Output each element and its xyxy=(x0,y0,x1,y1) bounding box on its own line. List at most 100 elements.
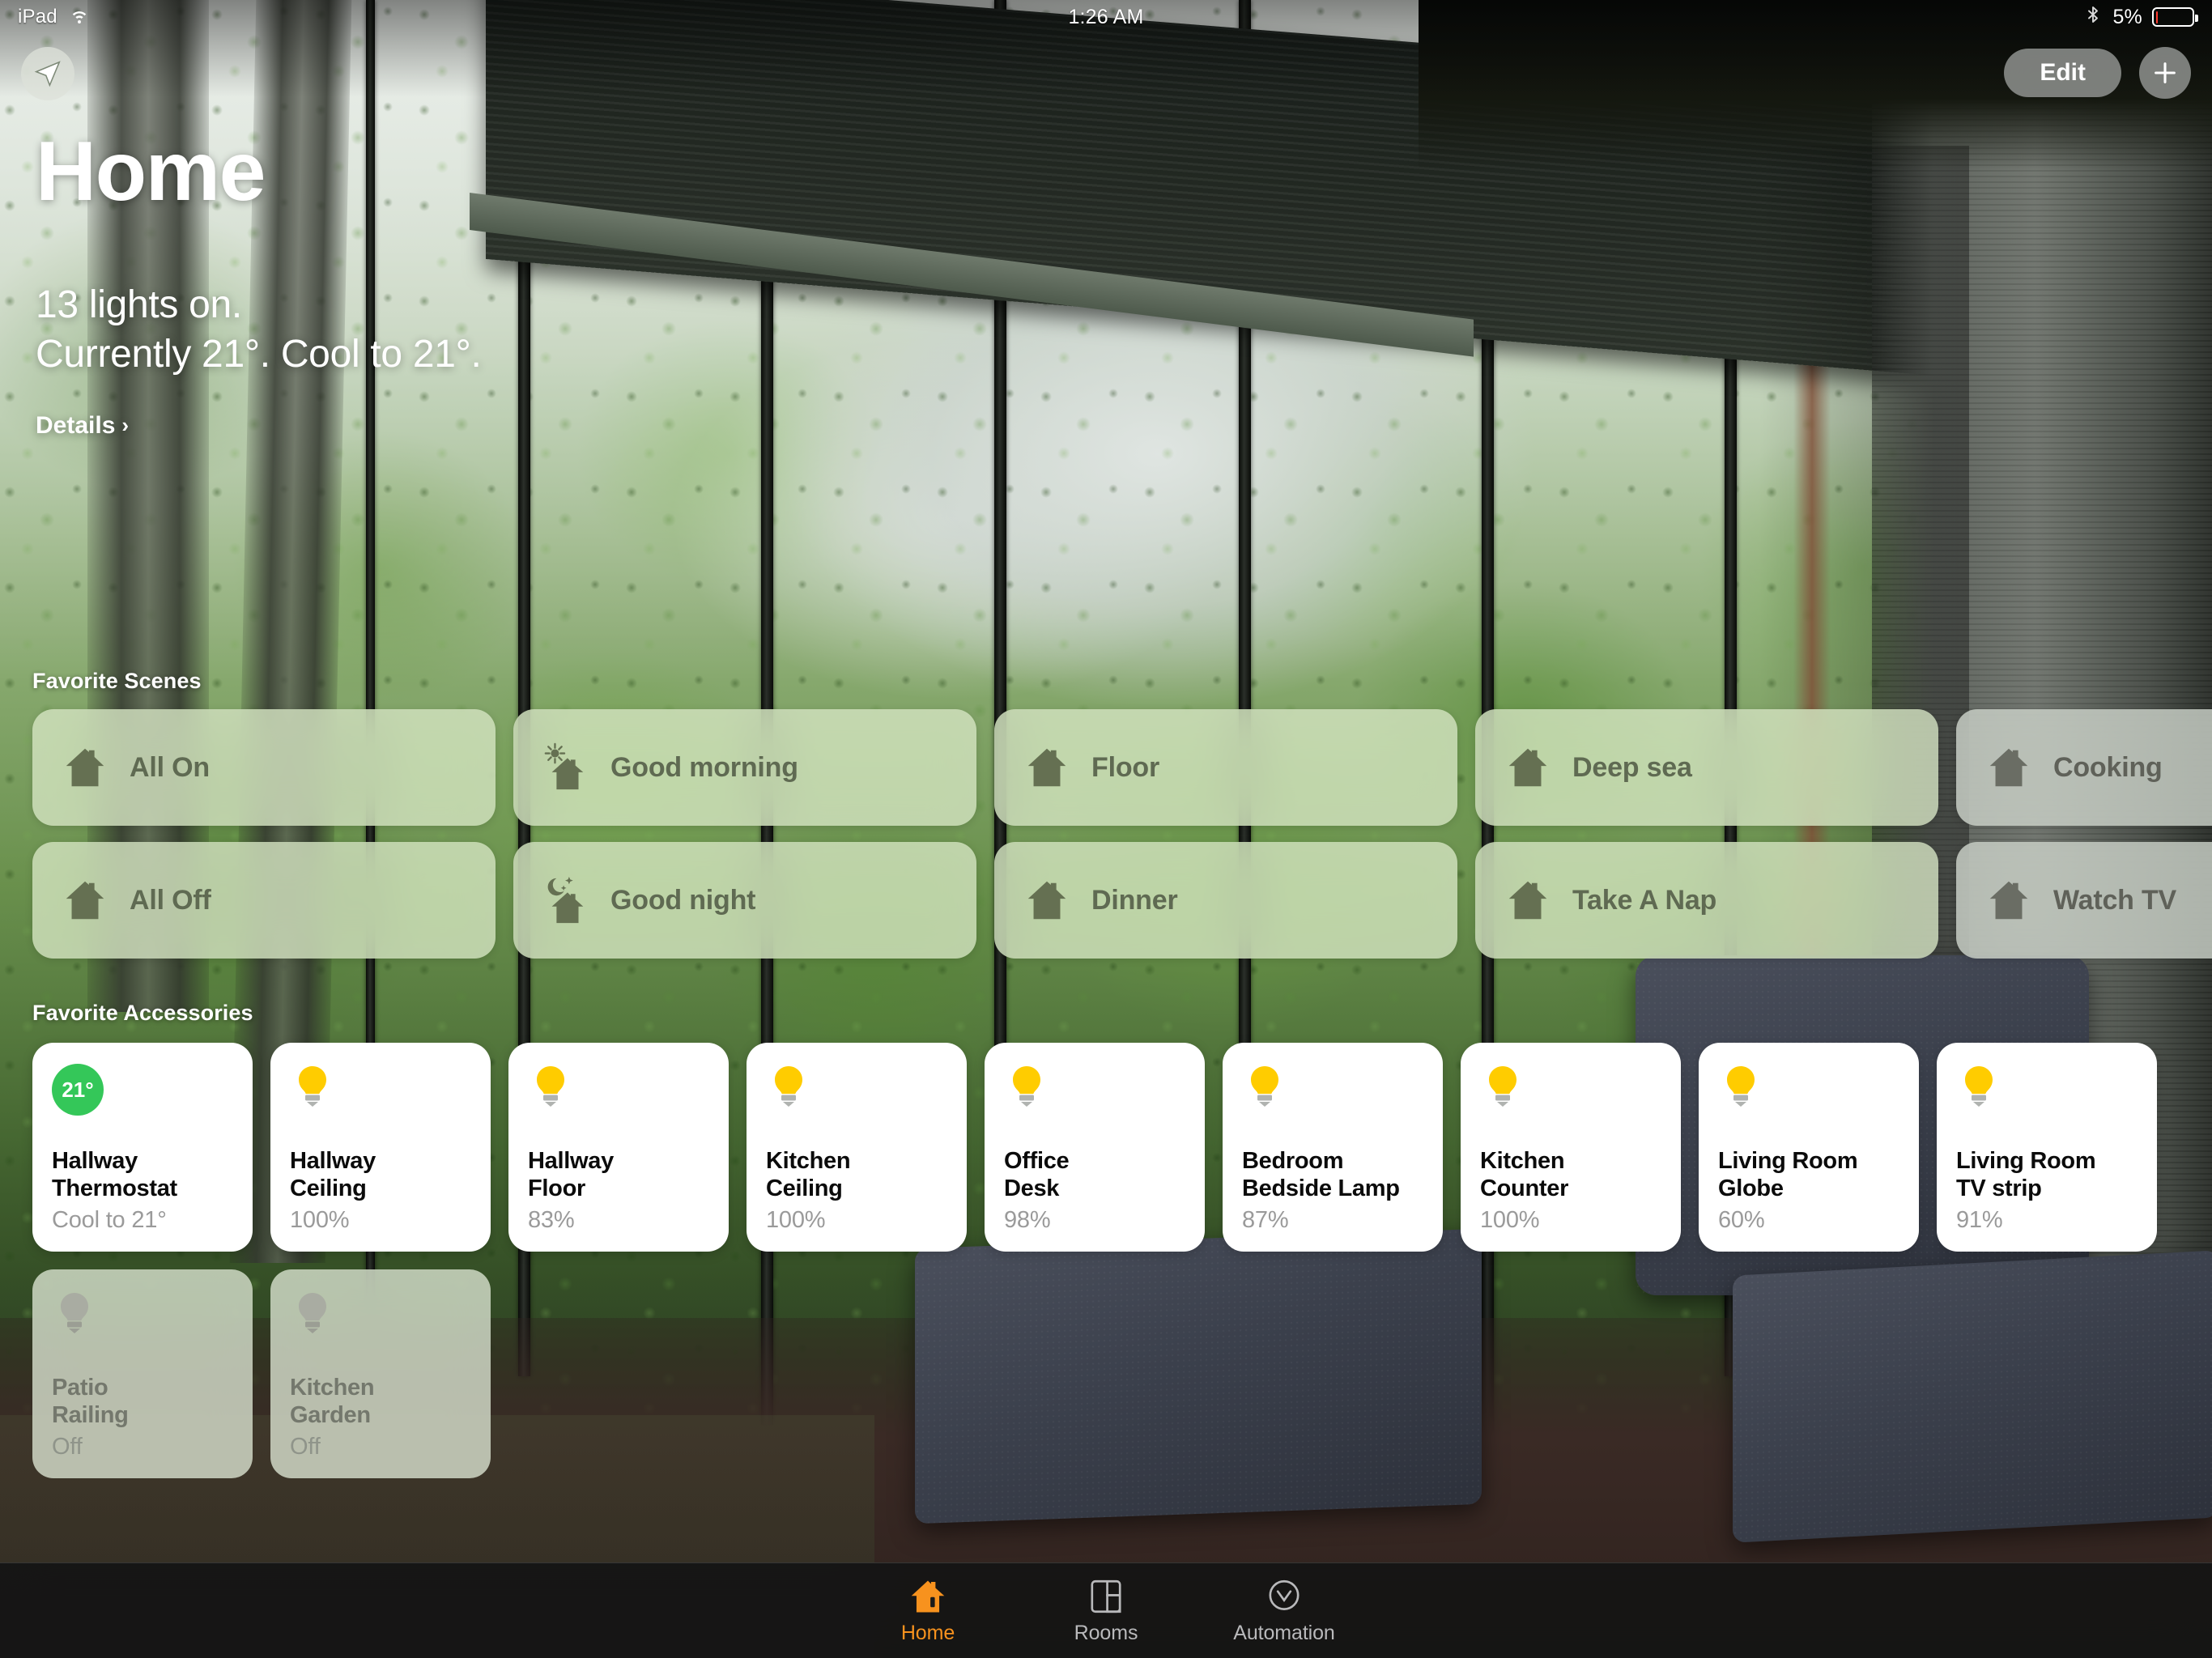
accessory-card-kitchen-garden[interactable]: KitchenGarden Off xyxy=(270,1269,491,1478)
favorite-scenes-heading: Favorite Scenes xyxy=(32,669,202,694)
top-bar: Edit xyxy=(2004,47,2191,99)
house-icon xyxy=(1503,742,1553,793)
accessory-name: Living RoomGlobe xyxy=(1718,1147,1899,1202)
device-name: iPad xyxy=(18,6,57,28)
tab-label: Home xyxy=(901,1622,955,1645)
accessory-state: Cool to 21° xyxy=(52,1207,233,1234)
rooms-icon xyxy=(1086,1576,1126,1617)
scene-tile-cooking[interactable]: Cooking xyxy=(1956,709,2212,826)
scene-label: All Off xyxy=(130,885,211,916)
details-link[interactable]: Details › xyxy=(36,412,129,440)
lightbulb-icon xyxy=(1480,1064,1525,1109)
lightbulb-icon xyxy=(290,1064,335,1109)
wifi-icon xyxy=(69,4,90,31)
accessory-name: BedroomBedside Lamp xyxy=(1242,1147,1423,1202)
scene-tile-dinner[interactable]: Dinner xyxy=(994,842,1457,959)
house-icon xyxy=(1022,875,1072,925)
accessory-card-hallway-ceiling[interactable]: HallwayCeiling100% xyxy=(270,1043,491,1252)
house-icon xyxy=(60,742,110,793)
status-bar: iPad 1:26 AM 5% xyxy=(0,0,2212,34)
lightbulb-icon xyxy=(1004,1064,1049,1109)
favorite-accessories-grid: 21°HallwayThermostatCool to 21° HallwayC… xyxy=(32,1043,2157,1478)
accessory-name: OfficeDesk xyxy=(1004,1147,1185,1202)
tab-rooms[interactable]: Rooms xyxy=(1017,1576,1195,1645)
favorite-scenes-grid: All On Good morningFloorDeep seaCookingA… xyxy=(32,709,2212,959)
lightbulb-icon xyxy=(1718,1064,1763,1109)
scene-row: All Off Good night Dinner Take A Nap Watch … xyxy=(32,842,2212,959)
house-icon xyxy=(60,875,110,925)
sun-house-icon xyxy=(541,742,591,793)
house-icon xyxy=(60,875,110,925)
home-status-summary: 13 lights on. Currently 21°. Cool to 21°… xyxy=(36,280,482,380)
scene-label: Take A Nap xyxy=(1572,885,1716,916)
tab-home[interactable]: Home xyxy=(839,1576,1017,1645)
house-filled-icon xyxy=(908,1576,948,1617)
favorite-accessories-heading: Favorite Accessories xyxy=(32,1001,253,1026)
scene-tile-watch-tv[interactable]: Watch TV xyxy=(1956,842,2212,959)
scene-row: All On Good morningFloorDeep seaCooking xyxy=(32,709,2212,826)
accessory-name: KitchenGarden xyxy=(290,1374,471,1429)
edit-button[interactable]: Edit xyxy=(2004,49,2121,97)
accessory-card-kitchen-ceiling[interactable]: KitchenCeiling100% xyxy=(747,1043,967,1252)
accessory-row: PatioRailing Off KitchenGarden Off xyxy=(32,1269,2157,1478)
tab-label: Rooms xyxy=(1074,1622,1138,1645)
accessory-card-living-room-globe[interactable]: Living RoomGlobe60% xyxy=(1699,1043,1919,1252)
house-icon xyxy=(1984,875,2034,925)
status-line-lights: 13 lights on. xyxy=(36,280,482,329)
location-arrow-icon[interactable] xyxy=(21,47,74,100)
scene-tile-good-night[interactable]: Good night xyxy=(513,842,976,959)
lightbulb-icon xyxy=(766,1064,811,1109)
scene-label: Good night xyxy=(610,885,755,916)
house-icon xyxy=(1022,875,1072,925)
thermostat-badge: 21° xyxy=(52,1064,104,1116)
accessory-card-bedroom-bedside-lamp[interactable]: BedroomBedside Lamp 87% xyxy=(1223,1043,1443,1252)
house-icon xyxy=(1984,742,2034,793)
scene-tile-good-morning[interactable]: Good morning xyxy=(513,709,976,826)
house-icon xyxy=(1984,875,2034,925)
lightbulb-icon xyxy=(1956,1064,2001,1109)
scene-label: All On xyxy=(130,752,210,784)
status-bar-right: 5% xyxy=(2083,3,2194,32)
house-icon xyxy=(1984,742,2034,793)
accessory-card-hallway-thermostat[interactable]: 21°HallwayThermostatCool to 21° xyxy=(32,1043,253,1252)
accessory-card-hallway-floor[interactable]: HallwayFloor83% xyxy=(508,1043,729,1252)
lightbulb-icon xyxy=(528,1064,573,1109)
scene-tile-all-on[interactable]: All On xyxy=(32,709,496,826)
house-icon xyxy=(1503,875,1553,925)
lightbulb-icon xyxy=(766,1064,811,1109)
tab-automation[interactable]: Automation xyxy=(1195,1576,1373,1645)
home-header: Home 13 lights on. Currently 21°. Cool t… xyxy=(36,130,482,440)
add-button[interactable] xyxy=(2139,47,2191,99)
tab-label: Automation xyxy=(1233,1622,1334,1645)
accessory-card-patio-railing[interactable]: PatioRailing Off xyxy=(32,1269,253,1478)
lightbulb-icon xyxy=(290,1290,335,1336)
scene-label: Dinner xyxy=(1091,885,1177,916)
status-line-climate: Currently 21°. Cool to 21°. xyxy=(36,329,482,379)
chevron-right-icon: › xyxy=(121,413,129,438)
clock: 1:26 AM xyxy=(0,6,2212,29)
accessory-state: 98% xyxy=(1004,1207,1185,1234)
lightbulb-icon xyxy=(1004,1064,1049,1109)
scene-tile-deep-sea[interactable]: Deep sea xyxy=(1475,709,1938,826)
scene-tile-all-off[interactable]: All Off xyxy=(32,842,496,959)
lightbulb-icon xyxy=(52,1290,97,1336)
accessory-state: 87% xyxy=(1242,1207,1423,1234)
accessory-name: PatioRailing xyxy=(52,1374,233,1429)
accessory-card-office-desk[interactable]: OfficeDesk 98% xyxy=(985,1043,1205,1252)
accessory-state: Off xyxy=(290,1434,471,1460)
accessory-name: Living RoomTV strip xyxy=(1956,1147,2138,1202)
accessory-name: HallwayFloor xyxy=(528,1147,709,1202)
accessory-state: Off xyxy=(52,1434,233,1460)
accessory-card-living-room-tv-strip[interactable]: Living RoomTV strip91% xyxy=(1937,1043,2157,1252)
battery-icon xyxy=(2152,7,2194,27)
accessory-card-kitchen-counter[interactable]: KitchenCounter100% xyxy=(1461,1043,1681,1252)
house-icon xyxy=(1503,742,1553,793)
tab-bar: Home Rooms Automation xyxy=(0,1562,2212,1658)
lightbulb-icon xyxy=(1242,1064,1287,1109)
bluetooth-icon xyxy=(2083,3,2103,32)
house-icon xyxy=(1022,742,1072,793)
scene-tile-take-a-nap[interactable]: Take A Nap xyxy=(1475,842,1938,959)
lightbulb-icon xyxy=(290,1290,335,1336)
scene-tile-floor[interactable]: Floor xyxy=(994,709,1457,826)
home-app-screen: iPad 1:26 AM 5% Edi xyxy=(0,0,2212,1658)
